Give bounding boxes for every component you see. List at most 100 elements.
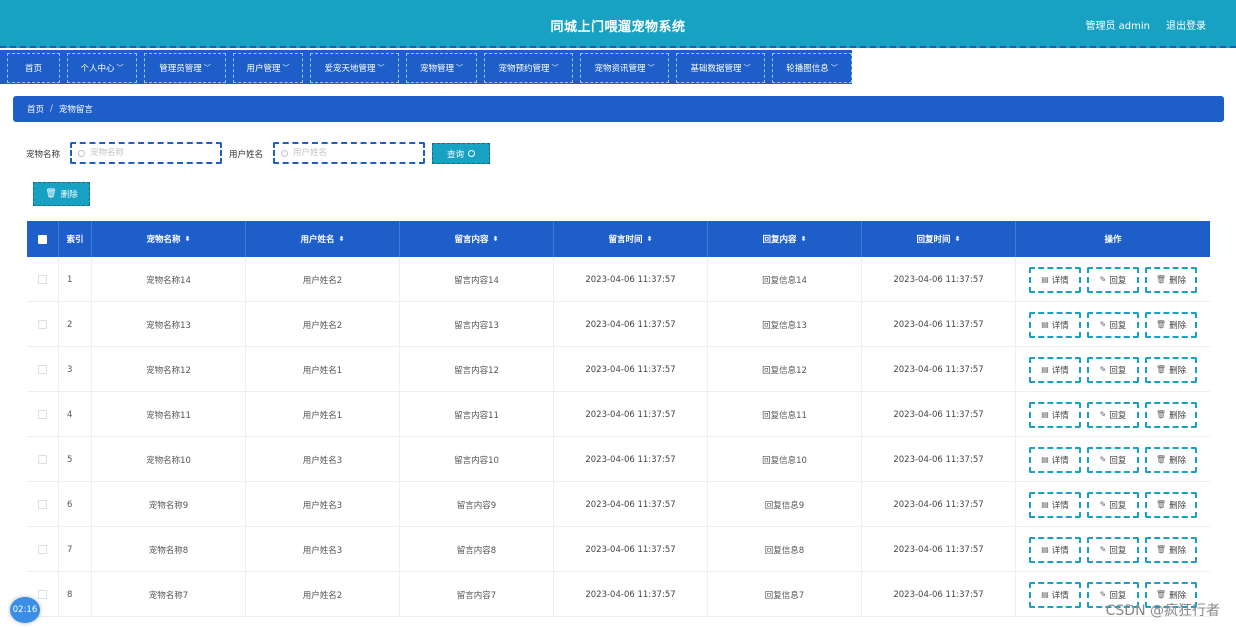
delete-button[interactable]: 🗑 删除 (1145, 536, 1197, 563)
row-checkbox[interactable] (27, 482, 59, 527)
row-checkbox[interactable] (27, 527, 59, 572)
delete-label: 删除 (1169, 545, 1187, 556)
cell-message: 留言内容9 (400, 482, 554, 527)
nav-item-users[interactable]: 用户管理 ﹀ (233, 53, 303, 83)
cell-index: 6 (59, 482, 92, 527)
pet-name-search-box[interactable] (70, 142, 222, 164)
delete-button[interactable]: 🗑 删除 (1145, 311, 1197, 338)
col-message-time[interactable]: 留言时间 ⬍ (554, 221, 708, 257)
chevron-down-icon: ﹀ (551, 64, 559, 72)
batch-delete-button[interactable]: 🗑 删除 (33, 182, 90, 206)
cell-pet: 宠物名称11 (92, 392, 246, 437)
detail-button[interactable]: ▤ 详情 (1029, 491, 1081, 518)
detail-label: 详情 (1051, 500, 1069, 511)
col-reply[interactable]: 回复内容 ⬍ (708, 221, 862, 257)
chevron-down-icon: ﹀ (377, 64, 385, 72)
nav-item-news[interactable]: 宠物资讯管理 ﹀ (580, 53, 669, 83)
row-checkbox[interactable] (27, 347, 59, 392)
detail-button[interactable]: ▤ 详情 (1029, 356, 1081, 383)
nav-item-profile[interactable]: 个人中心 ﹀ (67, 53, 137, 83)
cell-user: 用户姓名1 (246, 392, 400, 437)
cell-ops: ▤ 详情 ✎ 回复 🗑 删除 (1016, 302, 1210, 347)
breadcrumb-home[interactable]: 首页 (27, 103, 44, 115)
reply-button[interactable]: ✎ 回复 (1087, 311, 1139, 338)
pet-name-input[interactable] (90, 148, 210, 158)
cell-pet: 宠物名称14 (92, 257, 246, 302)
cell-message: 留言内容10 (400, 437, 554, 482)
detail-button[interactable]: ▤ 详情 (1029, 266, 1081, 293)
main-nav: 首页 个人中心 ﹀ 管理员管理 ﹀ 用户管理 ﹀ 爱宠天地管理 ﹀ 宠物管理 ﹀ 宠物预约… (0, 50, 1236, 84)
nav-item-admin[interactable]: 管理员管理 ﹀ (144, 53, 226, 83)
cell-ops: ▤ 详情 ✎ 回复 🗑 删除 (1016, 392, 1210, 437)
row-checkbox[interactable] (27, 437, 59, 482)
nav-item-pets[interactable]: 宠物管理 ﹀ (406, 53, 477, 83)
detail-button[interactable]: ▤ 详情 (1029, 446, 1081, 473)
nav-item-carousel[interactable]: 轮播图信息 ﹀ (772, 53, 852, 83)
detail-label: 详情 (1051, 320, 1069, 331)
delete-button[interactable]: 🗑 删除 (1145, 491, 1197, 518)
trash-icon: 🗑 (1155, 545, 1167, 554)
logout-link[interactable]: 退出登录 (1166, 17, 1206, 32)
row-checkbox[interactable] (27, 257, 59, 302)
query-button[interactable]: 查询 (432, 143, 490, 164)
cell-reply-time: 2023-04-06 11:37:57 (862, 527, 1016, 572)
col-message[interactable]: 留言内容 ⬍ (400, 221, 554, 257)
detail-button[interactable]: ▤ 详情 (1029, 311, 1081, 338)
nav-item-pet-world[interactable]: 爱宠天地管理 ﹀ (310, 53, 399, 83)
cell-message-time: 2023-04-06 11:37:57 (554, 302, 708, 347)
cell-reply-time: 2023-04-06 11:37:57 (862, 437, 1016, 482)
reply-label: 回复 (1109, 365, 1127, 376)
reply-label: 回复 (1109, 500, 1127, 511)
detail-button[interactable]: ▤ 详情 (1029, 401, 1081, 428)
cell-message: 留言内容8 (400, 527, 554, 572)
cell-user: 用户姓名2 (246, 257, 400, 302)
sort-icon: ⬍ (184, 235, 191, 243)
cell-message-time: 2023-04-06 11:37:57 (554, 482, 708, 527)
cell-message: 留言内容7 (400, 572, 554, 617)
cell-index: 4 (59, 392, 92, 437)
reply-button[interactable]: ✎ 回复 (1087, 446, 1139, 473)
nav-item-base-data[interactable]: 基础数据管理 ﹀ (676, 53, 765, 83)
row-checkbox[interactable] (27, 392, 59, 437)
detail-label: 详情 (1051, 410, 1069, 421)
reply-button[interactable]: ✎ 回复 (1087, 401, 1139, 428)
cell-pet: 宠物名称7 (92, 572, 246, 617)
trash-icon: 🗑 (45, 189, 57, 199)
breadcrumb-separator: / (50, 104, 53, 114)
col-pet-name[interactable]: 宠物名称 ⬍ (92, 221, 246, 257)
col-reply-time[interactable]: 回复时间 ⬍ (862, 221, 1016, 257)
table-row: 4 宠物名称11 用户姓名1 留言内容11 2023-04-06 11:37:57 回复信… (27, 392, 1210, 437)
detail-button[interactable]: ▤ 详情 (1029, 581, 1081, 608)
delete-button[interactable]: 🗑 删除 (1145, 401, 1197, 428)
pen-icon: ✎ (1099, 455, 1107, 464)
user-name-label: 用户姓名 (229, 150, 264, 160)
reply-button[interactable]: ✎ 回复 (1087, 356, 1139, 383)
nav-item-home[interactable]: 首页 (7, 53, 60, 83)
cell-reply-time: 2023-04-06 11:37:57 (862, 302, 1016, 347)
delete-button[interactable]: 🗑 删除 (1145, 266, 1197, 293)
nav-item-booking[interactable]: 宠物预约管理 ﹀ (484, 53, 573, 83)
watermark: CSDN @疯狂行者 (1105, 603, 1220, 619)
cell-message: 留言内容11 (400, 392, 554, 437)
sort-icon: ⬍ (646, 235, 653, 243)
cell-reply: 回复信息11 (708, 392, 862, 437)
reply-button[interactable]: ✎ 回复 (1087, 536, 1139, 563)
user-name-input[interactable] (293, 148, 413, 158)
reply-button[interactable]: ✎ 回复 (1087, 266, 1139, 293)
reply-button[interactable]: ✎ 回复 (1087, 491, 1139, 518)
user-name-search-box[interactable] (273, 142, 425, 164)
cell-user: 用户姓名2 (246, 572, 400, 617)
cell-reply-time: 2023-04-06 11:37:57 (862, 482, 1016, 527)
delete-button[interactable]: 🗑 删除 (1145, 446, 1197, 473)
checkbox-icon (38, 590, 47, 599)
detail-label: 详情 (1051, 545, 1069, 556)
cell-index: 8 (59, 572, 92, 617)
delete-label: 删除 (1169, 455, 1187, 466)
row-checkbox[interactable] (27, 302, 59, 347)
col-user-name[interactable]: 用户姓名 ⬍ (246, 221, 400, 257)
select-all-checkbox[interactable] (27, 221, 59, 257)
detail-button[interactable]: ▤ 详情 (1029, 536, 1081, 563)
delete-button[interactable]: 🗑 删除 (1145, 356, 1197, 383)
cell-message: 留言内容12 (400, 347, 554, 392)
cell-message-time: 2023-04-06 11:37:57 (554, 437, 708, 482)
